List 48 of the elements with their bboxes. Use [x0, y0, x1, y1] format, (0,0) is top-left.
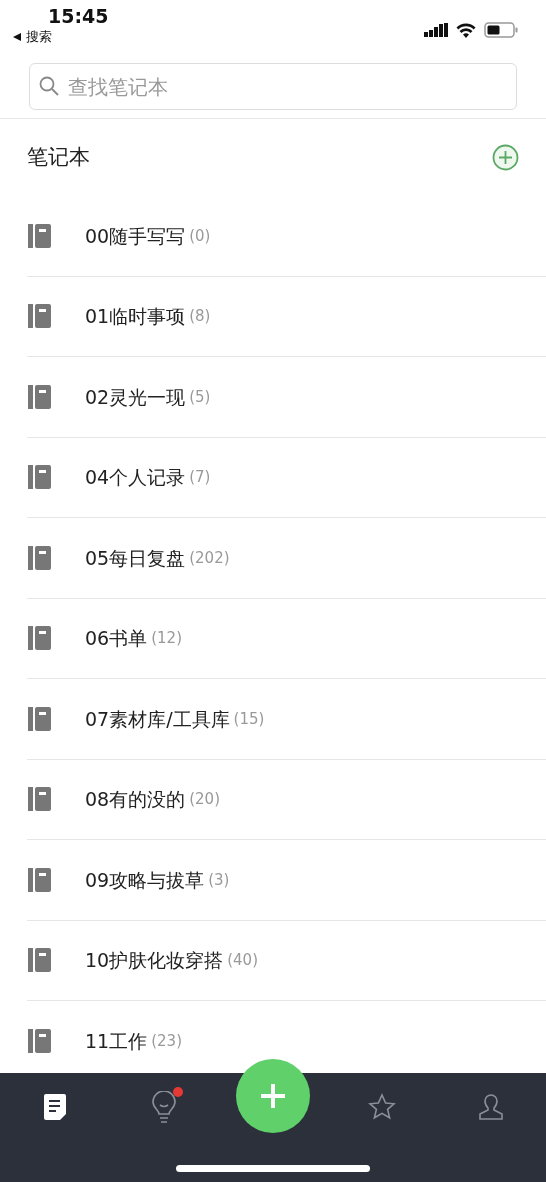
- notebook-name[interactable]: 11工作: [85, 1026, 148, 1055]
- search-icon: [39, 76, 59, 96]
- section-title: 笔记本: [27, 143, 90, 171]
- notebook-icon: [27, 222, 53, 249]
- note-count: (15): [233, 708, 265, 730]
- notebook-icon: [27, 786, 53, 813]
- note-count: (0): [189, 225, 211, 247]
- notebook-icon: [27, 947, 53, 974]
- notebook-icon: [27, 705, 53, 732]
- note-count: (5): [189, 386, 211, 408]
- notebook-name[interactable]: 01临时事项: [85, 302, 186, 331]
- notebook-icon: [27, 625, 53, 652]
- notebook-name[interactable]: 02灵光一现: [85, 382, 186, 411]
- notebook-icon: [27, 866, 53, 893]
- document-icon: [41, 1093, 68, 1121]
- note-count: (23): [151, 1030, 182, 1052]
- notebook-icon: [27, 544, 53, 571]
- star-icon: [368, 1093, 397, 1121]
- notebook-name[interactable]: 00随手写写: [85, 221, 186, 250]
- note-count: (20): [189, 789, 220, 810]
- note-count: (8): [189, 306, 211, 327]
- notebook-name[interactable]: 05每日复盘: [85, 543, 186, 572]
- notebook-name[interactable]: 07素材库/工具库: [85, 704, 230, 733]
- note-count: (202): [189, 547, 230, 569]
- note-count: (7): [189, 467, 211, 488]
- lightbulb-icon: [150, 1091, 177, 1123]
- add-icon[interactable]: [492, 144, 519, 171]
- signal-icon: [424, 23, 448, 37]
- notebook-icon: [27, 464, 53, 491]
- notebook-icon: [27, 303, 53, 330]
- wifi-icon: [456, 22, 476, 38]
- notebook-name[interactable]: 04个人记录: [85, 463, 186, 492]
- notebook-icon: [27, 1027, 53, 1054]
- search-field[interactable]: 查找笔记本: [29, 63, 517, 110]
- notebook-name[interactable]: 09攻略与拔草: [85, 865, 205, 894]
- notebook-name[interactable]: 06书单: [85, 624, 148, 653]
- back-icon[interactable]: [12, 31, 22, 42]
- plus-icon: [259, 1082, 287, 1110]
- person-icon: [478, 1093, 505, 1121]
- clock: 15:45: [48, 6, 109, 27]
- battery-icon: [484, 22, 518, 38]
- notebook-name[interactable]: 08有的没的: [85, 785, 186, 814]
- note-count: (3): [208, 869, 230, 891]
- note-count: (40): [227, 950, 258, 971]
- notebook-icon: [27, 383, 53, 410]
- notebook-name[interactable]: 10护肤化妆穿搭: [85, 946, 224, 975]
- note-count: (12): [151, 628, 182, 649]
- back-link[interactable]: 搜索: [26, 26, 52, 47]
